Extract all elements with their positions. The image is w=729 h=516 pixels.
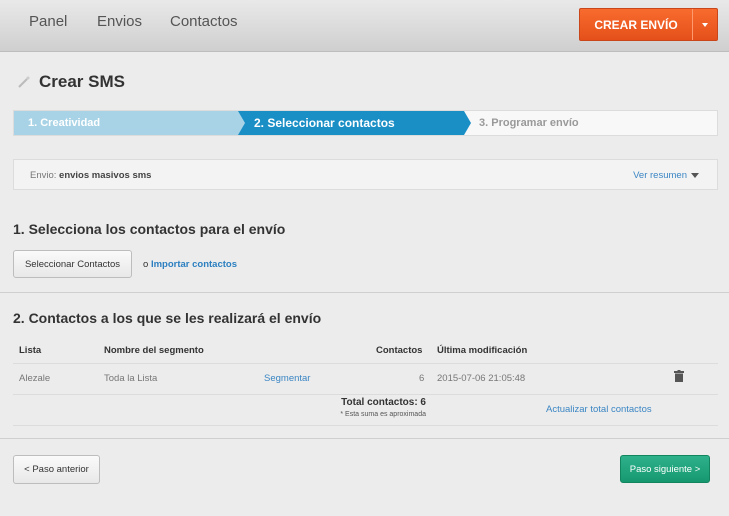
header-lista: Lista (19, 345, 42, 356)
nav-contactos[interactable]: Contactos (170, 13, 238, 30)
footer-divider (0, 438, 729, 439)
cell-lista: Alezale (19, 373, 51, 384)
total-contactos: Total contactos: 6 (341, 397, 426, 408)
table-header-line (13, 363, 718, 364)
top-navbar: Panel Envios Contactos CREAR ENVÍO (0, 0, 729, 52)
segmentar-link[interactable]: Segmentar (264, 373, 310, 384)
wizard-step-seleccionar-contactos: 2. Seleccionar contactos (238, 111, 471, 135)
header-modificacion: Última modificación (437, 345, 528, 356)
cell-modificacion: 2015-07-06 21:05:48 (437, 373, 526, 384)
cell-contactos: 6 (419, 373, 425, 384)
wand-icon (18, 76, 30, 88)
header-contactos: Contactos (376, 345, 423, 356)
paso-siguiente-button[interactable]: Paso siguiente > (620, 455, 710, 483)
paso-anterior-button[interactable]: < Paso anterior (13, 455, 100, 484)
caret-down-icon (691, 172, 699, 178)
total-note: * Esta suma es aproximada (340, 411, 426, 418)
envio-label-text: Envio: (30, 170, 57, 181)
ver-resumen-label: Ver resumen (633, 170, 687, 181)
importar-contactos-link[interactable]: Importar contactos (151, 259, 237, 270)
wizard-steps: 1. Creatividad 2. Seleccionar contactos … (13, 110, 718, 136)
envio-label: Envio: envios masivos sms (30, 170, 151, 181)
section-select-title: 1. Selecciona los contactos para el enví… (13, 221, 286, 237)
nav-envios[interactable]: Envios (97, 13, 142, 30)
page-title: Crear SMS (39, 72, 125, 91)
header-segmento: Nombre del segmento (104, 345, 204, 356)
ver-resumen-link[interactable]: Ver resumen (633, 170, 699, 181)
section-contacts-title: 2. Contactos a los que se les realizará … (13, 310, 322, 326)
crear-envio-button[interactable]: CREAR ENVÍO (580, 9, 692, 40)
wizard-step-creatividad[interactable]: 1. Creatividad (14, 111, 245, 135)
table-row-line (13, 394, 718, 395)
seleccionar-contactos-button[interactable]: Seleccionar Contactos (13, 250, 132, 278)
nav-panel[interactable]: Panel (29, 13, 67, 30)
section-divider (0, 292, 729, 293)
envio-summary-bar: Envio: envios masivos sms Ver resumen (13, 159, 718, 190)
envio-name: envios masivos sms (59, 170, 152, 181)
or-text: o (143, 259, 149, 270)
trash-icon[interactable] (674, 370, 684, 382)
crear-envio-button-group: CREAR ENVÍO (579, 8, 718, 41)
actualizar-total-link[interactable]: Actualizar total contactos (546, 404, 652, 415)
wizard-step-programar-envio: 3. Programar envío (479, 117, 579, 129)
table-footer-line (13, 425, 718, 426)
cell-segmento: Toda la Lista (104, 373, 158, 384)
caret-down-icon (702, 22, 708, 27)
crear-envio-dropdown-toggle[interactable] (692, 9, 717, 40)
import-line: o Importar contactos (143, 259, 237, 270)
